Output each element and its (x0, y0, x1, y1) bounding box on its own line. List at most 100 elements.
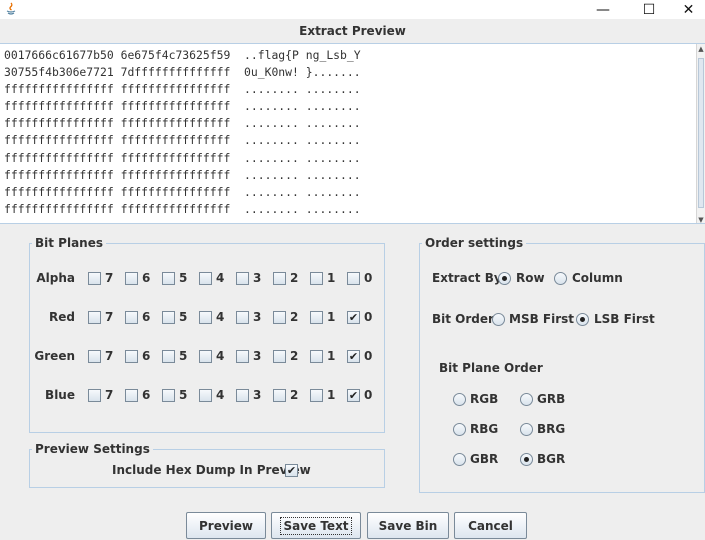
checkbox-alpha-bit-2[interactable] (273, 272, 286, 285)
checkbox-blue-bit-3[interactable] (236, 389, 249, 402)
checkbox-red-bit-3[interactable] (236, 311, 249, 324)
scroll-thumb[interactable] (698, 58, 704, 208)
bit-label: 4 (216, 349, 225, 363)
checkbox-alpha-bit-7[interactable] (88, 272, 101, 285)
plane-order-rbg-label[interactable]: RBG (470, 422, 498, 436)
bit-planes-title: Bit Planes (35, 236, 104, 250)
checkbox-alpha-bit-4[interactable] (199, 272, 212, 285)
preview-line: 0017666c61677b50 6e675f4c73625f59 ..flag… (4, 48, 361, 62)
checkbox-green-bit-7[interactable] (88, 350, 101, 363)
plane-order-rbg-radio[interactable] (453, 423, 466, 436)
bit-label: 3 (253, 349, 262, 363)
extract-by-column-radio[interactable] (554, 272, 567, 285)
bit-label: 1 (327, 310, 336, 324)
preview-text[interactable]: 0017666c61677b50 6e675f4c73625f59 ..flag… (4, 47, 693, 218)
checkbox-red-bit-6[interactable] (125, 311, 138, 324)
checkbox-blue-bit-1[interactable] (310, 389, 323, 402)
dialog-caption: Extract Preview (0, 19, 705, 43)
extract-by-column-label[interactable]: Column (572, 271, 623, 285)
plane-order-gbr-label[interactable]: GBR (470, 452, 498, 466)
bit-order-msb-label[interactable]: MSB First (509, 312, 574, 326)
checkbox-alpha-bit-0[interactable] (347, 272, 360, 285)
checkbox-green-bit-0[interactable]: ✔ (347, 350, 360, 363)
checkbox-green-bit-4[interactable] (199, 350, 212, 363)
plane-order-bgr-label[interactable]: BGR (537, 452, 565, 466)
plane-order-grb-label[interactable]: GRB (537, 392, 565, 406)
bit-label: 5 (179, 310, 188, 324)
preview-button[interactable]: Preview (186, 512, 266, 539)
checkbox-blue-bit-2[interactable] (273, 389, 286, 402)
channel-label-red: Red (49, 310, 75, 324)
checkbox-alpha-bit-5[interactable] (162, 272, 175, 285)
checkbox-alpha-bit-3[interactable] (236, 272, 249, 285)
bit-label: 4 (216, 310, 225, 324)
bit-label: 6 (142, 271, 151, 285)
checkbox-red-bit-1[interactable] (310, 311, 323, 324)
extract-preview-area[interactable]: 0017666c61677b50 6e675f4c73625f59 ..flag… (0, 43, 705, 224)
checkbox-alpha-bit-1[interactable] (310, 272, 323, 285)
maximize-button[interactable]: ☐ (626, 0, 672, 19)
checkbox-blue-bit-7[interactable] (88, 389, 101, 402)
preview-line: ffffffffffffffff ffffffffffffffff ......… (4, 184, 361, 199)
preview-line: ffffffffffffffff ffffffffffffffff ......… (4, 167, 361, 182)
bit-label: 3 (253, 388, 262, 402)
checkbox-green-bit-3[interactable] (236, 350, 249, 363)
bit-label: 4 (216, 271, 225, 285)
channel-label-green: Green (34, 349, 75, 363)
bit-label: 0 (364, 349, 373, 363)
bit-planes-group: Bit Planes (29, 236, 385, 433)
checkbox-red-bit-5[interactable] (162, 311, 175, 324)
preview-line: ffffffffffffffff ffffffffffffffff ......… (4, 201, 361, 216)
scroll-down-icon[interactable]: ▼ (697, 215, 705, 223)
checkbox-alpha-bit-6[interactable] (125, 272, 138, 285)
bit-label: 0 (364, 310, 373, 324)
check-icon: ✔ (348, 389, 359, 402)
bit-order-msb-radio[interactable] (492, 313, 505, 326)
bit-label: 2 (290, 271, 299, 285)
hex-dump-checkbox[interactable]: ✔ (285, 464, 298, 477)
checkbox-red-bit-0[interactable]: ✔ (347, 311, 360, 324)
cancel-button[interactable]: Cancel (454, 512, 527, 539)
bit-label: 7 (105, 271, 114, 285)
plane-order-rgb-label[interactable]: RGB (470, 392, 498, 406)
close-button[interactable]: ✕ (672, 0, 705, 19)
checkbox-blue-bit-0[interactable]: ✔ (347, 389, 360, 402)
checkbox-blue-bit-6[interactable] (125, 389, 138, 402)
preview-line: ffffffffffffffff ffffffffffffffff ......… (4, 116, 361, 131)
bit-label: 2 (290, 349, 299, 363)
checkbox-red-bit-2[interactable] (273, 311, 286, 324)
plane-order-brg-radio[interactable] (520, 423, 533, 436)
bit-order-lsb-radio[interactable] (576, 313, 589, 326)
bit-label: 1 (327, 388, 336, 402)
save-text-button[interactable]: Save Text (271, 512, 361, 539)
preview-settings-title: Preview Settings (35, 442, 150, 456)
extract-by-row-radio[interactable] (498, 272, 511, 285)
bit-order-lsb-label[interactable]: LSB First (594, 312, 655, 326)
order-settings-title: Order settings (425, 236, 524, 250)
plane-order-brg-label[interactable]: BRG (537, 422, 565, 436)
minimize-button[interactable]: — (580, 0, 626, 19)
channel-label-alpha: Alpha (36, 271, 75, 285)
checkbox-green-bit-5[interactable] (162, 350, 175, 363)
plane-order-gbr-radio[interactable] (453, 453, 466, 466)
plane-order-rgb-radio[interactable] (453, 393, 466, 406)
bit-label: 2 (290, 310, 299, 324)
checkbox-blue-bit-5[interactable] (162, 389, 175, 402)
checkbox-red-bit-7[interactable] (88, 311, 101, 324)
scroll-up-icon[interactable]: ▲ (697, 44, 705, 54)
check-icon: ✔ (348, 350, 359, 363)
bit-label: 1 (327, 271, 336, 285)
checkbox-blue-bit-4[interactable] (199, 389, 212, 402)
radio-selected-dot (502, 276, 507, 281)
plane-order-bgr-radio[interactable] (520, 453, 533, 466)
plane-order-grb-radio[interactable] (520, 393, 533, 406)
checkbox-red-bit-4[interactable] (199, 311, 212, 324)
preview-scrollbar[interactable]: ▲ ▼ (696, 44, 705, 223)
checkbox-green-bit-1[interactable] (310, 350, 323, 363)
save-bin-button[interactable]: Save Bin (367, 512, 449, 539)
checkbox-green-bit-2[interactable] (273, 350, 286, 363)
bit-label: 3 (253, 310, 262, 324)
extract-by-row-label[interactable]: Row (516, 271, 545, 285)
title-bar: — ☐ ✕ (0, 0, 705, 19)
checkbox-green-bit-6[interactable] (125, 350, 138, 363)
